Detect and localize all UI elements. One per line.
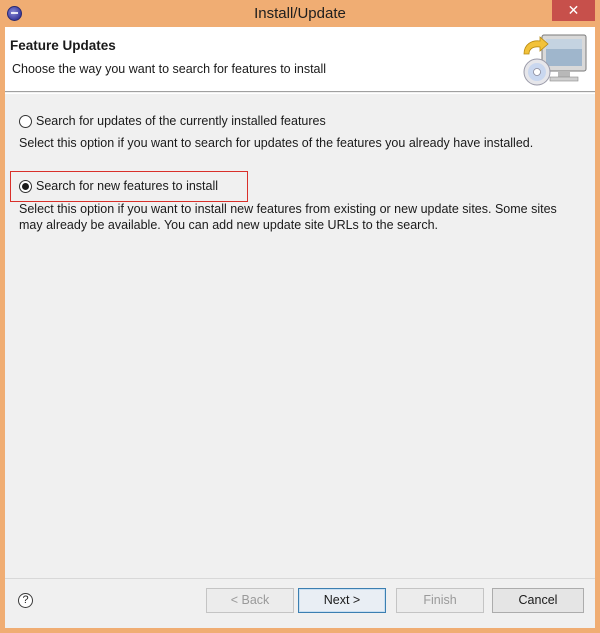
wizard-header: Feature Updates Choose the way you want … (5, 27, 595, 92)
option-installed-updates-description: Select this option if you want to search… (19, 136, 534, 150)
install-update-window: Install/Update ✕ Feature Updates Choose … (0, 0, 600, 633)
option-new-features-label[interactable]: Search for new features to install (36, 179, 218, 193)
footer-divider (5, 578, 595, 579)
dialog-client-area: Feature Updates Choose the way you want … (5, 27, 595, 628)
back-button[interactable]: < Back (206, 588, 294, 613)
radio-new-features[interactable] (19, 179, 32, 193)
help-icon[interactable]: ? (18, 593, 33, 608)
header-divider (5, 93, 595, 94)
option-installed-updates[interactable]: Search for updates of the currently inst… (19, 114, 326, 128)
finish-button[interactable]: Finish (396, 588, 484, 613)
option-new-features-description: Select this option if you want to instal… (19, 202, 557, 232)
page-title: Feature Updates (10, 38, 116, 53)
option-new-features[interactable]: Search for new features to install (19, 179, 218, 193)
option-installed-updates-label[interactable]: Search for updates of the currently inst… (36, 114, 326, 128)
page-description: Choose the way you want to search for fe… (12, 62, 327, 76)
install-monitor-cd-icon (523, 34, 587, 86)
radio-installed-updates[interactable] (19, 114, 32, 128)
cancel-button[interactable]: Cancel (492, 588, 584, 613)
title-bar[interactable]: Install/Update ✕ (0, 0, 600, 27)
close-button[interactable]: ✕ (552, 0, 595, 21)
window-title: Install/Update (254, 5, 346, 22)
next-button[interactable]: Next > (298, 588, 386, 613)
